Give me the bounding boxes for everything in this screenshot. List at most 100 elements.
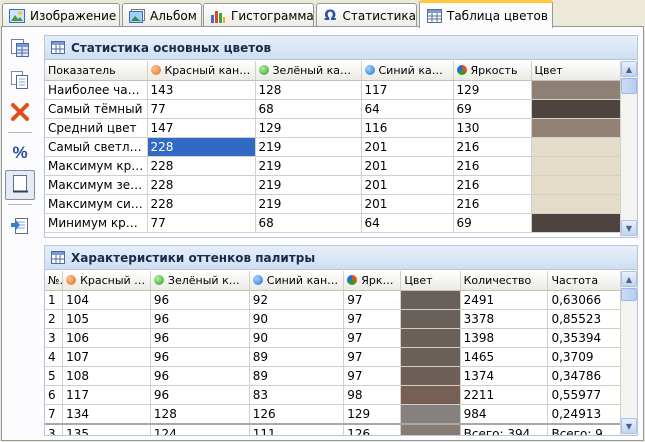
cell-red[interactable]: 228 xyxy=(147,156,256,176)
cell-green[interactable]: 68 xyxy=(255,213,362,233)
cell-green[interactable]: 68 xyxy=(255,99,362,119)
cell-number[interactable]: 6 xyxy=(45,385,64,405)
cell-brightness[interactable]: 98 xyxy=(343,385,402,405)
cell-number[interactable]: 4 xyxy=(45,347,64,367)
cell-color-swatch[interactable] xyxy=(400,404,461,424)
cell-green[interactable]: 128 xyxy=(150,404,250,424)
cell-color-swatch[interactable] xyxy=(531,80,622,100)
cell-red[interactable]: 104 xyxy=(62,290,151,310)
cell-red[interactable]: 228 xyxy=(147,194,256,214)
cell-red[interactable]: 108 xyxy=(62,366,151,386)
tab-histogram[interactable]: Гистограмма xyxy=(203,3,314,27)
tab-statistics[interactable]: Ω Статистика xyxy=(316,3,417,27)
cell-red[interactable]: 105 xyxy=(62,309,151,329)
table-row[interactable]: Самый светлый 228 219 201 216 xyxy=(45,137,622,157)
palette-scrollbar[interactable]: ▲ ▼ xyxy=(620,271,637,435)
cell-blue[interactable]: 64 xyxy=(361,99,454,119)
cell-blue[interactable]: 90 xyxy=(249,309,345,329)
column-header-color[interactable]: Цвет xyxy=(531,61,622,81)
scroll-thumb[interactable] xyxy=(621,288,637,301)
column-header-brightness[interactable]: Яркость xyxy=(343,271,402,291)
column-header-frequency[interactable]: Частота xyxy=(547,271,621,291)
cell-brightness[interactable]: 216 xyxy=(453,194,532,214)
column-header-red[interactable]: Красный канал xyxy=(147,61,256,81)
column-header-brightness[interactable]: Яркость xyxy=(453,61,532,81)
copy-button[interactable] xyxy=(5,66,35,96)
cell-blue[interactable]: 201 xyxy=(361,156,454,176)
cell-red[interactable]: 117 xyxy=(62,385,151,405)
column-header-blue[interactable]: Синий канал xyxy=(361,61,454,81)
cell-number[interactable]: 1 xyxy=(45,290,64,310)
cell-count[interactable]: 2491 xyxy=(460,290,549,310)
table-row[interactable]: 4 107 96 89 97 1465 0,3709 xyxy=(45,347,621,367)
table-row[interactable]: Средний цвет 147 129 116 130 xyxy=(45,118,622,138)
cell-red[interactable]: 143 xyxy=(147,80,256,100)
cell-count[interactable]: 1465 xyxy=(460,347,549,367)
cell-green[interactable]: 129 xyxy=(255,118,362,138)
cell-color-swatch[interactable] xyxy=(400,290,461,310)
cell-red[interactable]: 77 xyxy=(147,99,256,119)
column-header-color[interactable]: Цвет xyxy=(400,271,461,291)
cell-blue[interactable]: 64 xyxy=(361,213,454,233)
column-header-name[interactable]: Показатель xyxy=(45,61,148,81)
export-button[interactable] xyxy=(5,212,35,242)
cell-frequency[interactable]: 0,85523 xyxy=(547,309,621,329)
cell-blue[interactable]: 116 xyxy=(361,118,454,138)
column-header-number[interactable]: № xyxy=(45,271,64,291)
cell-frequency[interactable]: 0,34786 xyxy=(547,366,621,386)
cell-blue[interactable]: 201 xyxy=(361,194,454,214)
cell-name[interactable]: Максимум синего xyxy=(45,194,148,214)
cell-brightness[interactable]: 216 xyxy=(453,156,532,176)
cell-frequency[interactable]: 0,24913 xyxy=(547,404,621,424)
cell-green[interactable]: 96 xyxy=(150,309,250,329)
cell-red[interactable]: 147 xyxy=(147,118,256,138)
table-row[interactable]: Максимум зелёного228219201216 xyxy=(45,175,622,195)
cell-brightness[interactable]: 97 xyxy=(343,366,402,386)
cell-name[interactable]: Средний цвет xyxy=(45,118,148,138)
cell-color-swatch[interactable] xyxy=(400,366,461,386)
cell-name[interactable]: Максимум красного xyxy=(45,156,148,176)
table-row[interactable]: 3 106 96 90 97 1398 0,35394 xyxy=(45,328,621,348)
scroll-thumb[interactable] xyxy=(621,78,637,94)
cell-color-swatch[interactable] xyxy=(400,385,461,405)
cell-number[interactable]: 2 xyxy=(45,309,64,329)
cell-blue[interactable]: 201 xyxy=(361,175,454,195)
percent-button[interactable]: % xyxy=(5,138,35,168)
cell-green[interactable]: 96 xyxy=(150,347,250,367)
column-header-green[interactable]: Зелёный канал xyxy=(255,61,362,81)
cell-frequency[interactable]: 0,3709 xyxy=(547,347,621,367)
cell-frequency[interactable]: 0,35394 xyxy=(547,328,621,348)
cell-color-swatch[interactable] xyxy=(400,328,461,348)
cell-green[interactable]: 219 xyxy=(255,194,362,214)
scroll-down-arrow-icon[interactable]: ▼ xyxy=(621,220,637,236)
scroll-up-arrow-icon[interactable]: ▲ xyxy=(621,61,637,77)
cell-brightness[interactable]: 97 xyxy=(343,347,402,367)
cell-name[interactable]: Самый светлый xyxy=(45,137,148,157)
column-header-blue[interactable]: Синий канал xyxy=(249,271,345,291)
cell-blue[interactable]: 83 xyxy=(249,385,345,405)
cell-count[interactable]: 3378 xyxy=(460,309,549,329)
cell-blue[interactable]: 126 xyxy=(249,404,345,424)
cell-number[interactable]: 5 xyxy=(45,366,64,386)
cell-color-swatch[interactable] xyxy=(531,194,622,214)
cell-green[interactable]: 96 xyxy=(150,385,250,405)
table-row[interactable]: 6 117 96 83 98 2211 0,55977 xyxy=(45,385,621,405)
cell-green[interactable]: 96 xyxy=(150,366,250,386)
tab-album[interactable]: Альбом xyxy=(122,3,202,27)
cell-brightness[interactable]: 129 xyxy=(343,404,402,424)
cell-count[interactable]: 1374 xyxy=(460,366,549,386)
scroll-up-arrow-icon[interactable]: ▲ xyxy=(621,271,637,287)
cell-brightness[interactable]: 216 xyxy=(453,137,532,157)
cell-blue[interactable]: 201 xyxy=(361,137,454,157)
cell-name[interactable]: Наиболее часто встречающийся xyxy=(45,80,148,100)
cell-count[interactable]: 984 xyxy=(460,404,549,424)
cell-brightness[interactable]: 69 xyxy=(453,213,532,233)
cell-red[interactable]: 134 xyxy=(62,404,151,424)
cell-red[interactable]: 77 xyxy=(147,213,256,233)
table-row[interactable]: 7 134 128 126 129 984 0,24913 xyxy=(45,404,621,424)
cell-brightness[interactable]: 69 xyxy=(453,99,532,119)
table-row[interactable]: 1 104 96 92 97 2491 0,63066 xyxy=(45,290,621,310)
cell-green[interactable]: 219 xyxy=(255,175,362,195)
cell-blue[interactable]: 92 xyxy=(249,290,345,310)
cell-count[interactable]: 1398 xyxy=(460,328,549,348)
